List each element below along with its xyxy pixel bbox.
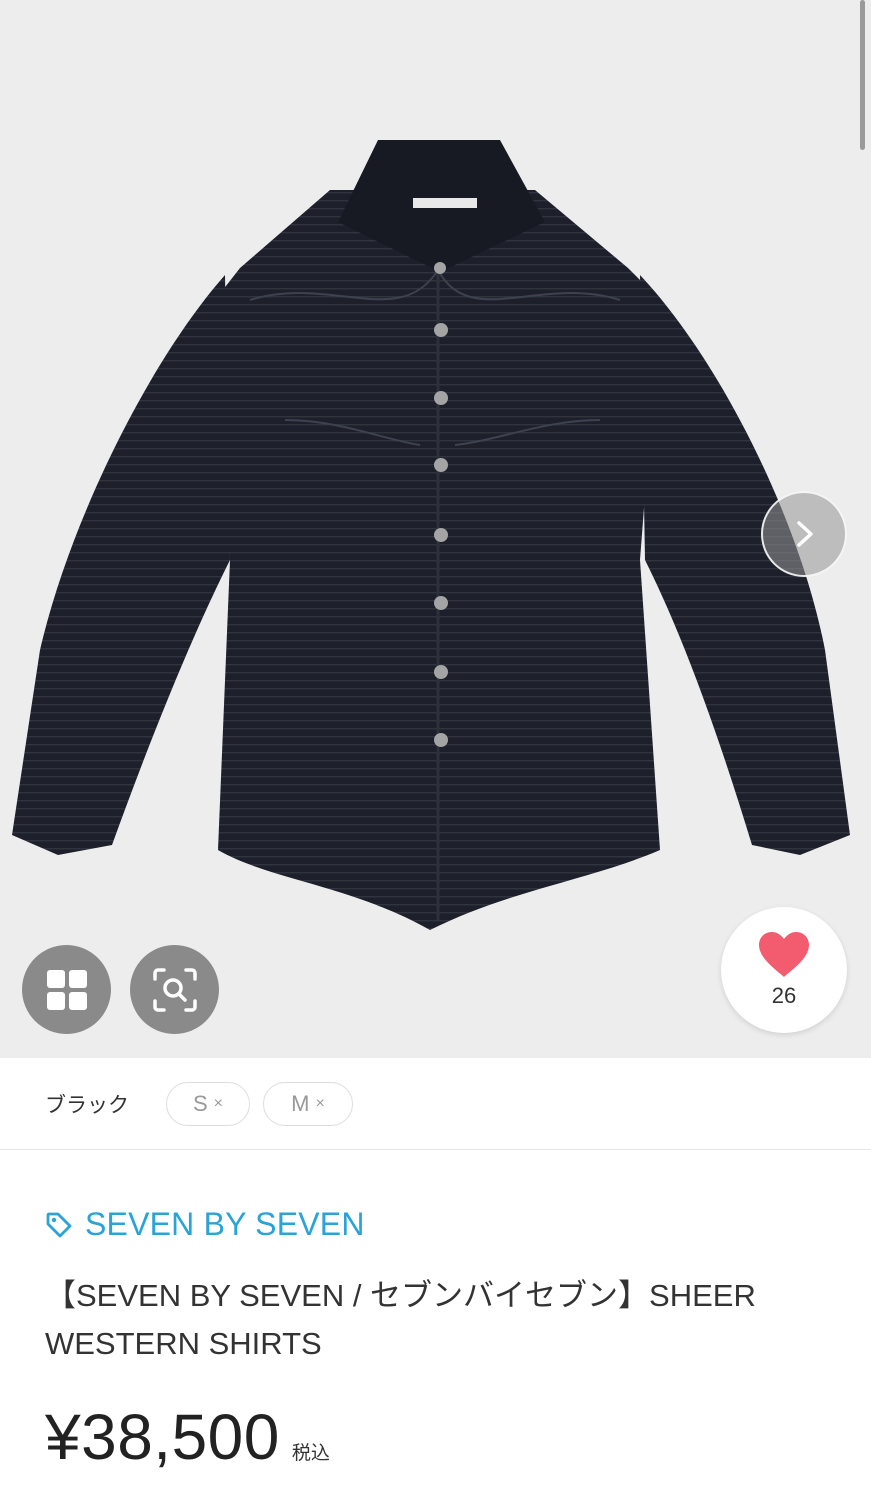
size-label: M (291, 1090, 310, 1116)
price: ¥38,500 (45, 1401, 280, 1473)
chevron-right-icon (797, 521, 813, 547)
heart-icon (759, 932, 809, 977)
brand-name: SEVEN BY SEVEN (85, 1206, 365, 1242)
product-title: 【SEVEN BY SEVEN / セブンバイセブン】SHEER WESTERN… (45, 1278, 756, 1361)
price-row: ¥38,500 税込 (45, 1400, 330, 1474)
tag-icon (46, 1212, 72, 1237)
size-chip-s[interactable]: S × (166, 1081, 250, 1126)
like-button[interactable]: 26 (721, 907, 847, 1033)
sold-out-mark: × (213, 1094, 224, 1112)
brand-link[interactable]: SEVEN BY SEVEN (45, 1206, 365, 1243)
next-image-button[interactable] (761, 491, 847, 577)
color-label: ブラック (45, 1093, 129, 1117)
product-image-gallery[interactable]: 26 (0, 0, 871, 1058)
grid-view-icon (46, 969, 87, 1010)
like-count: 26 (771, 983, 797, 1008)
size-label: S (192, 1090, 208, 1116)
variant-row: ブラック S × M × (0, 1058, 871, 1150)
image-search-icon (152, 967, 197, 1012)
sold-out-mark: × (315, 1094, 325, 1112)
tax-label: 税込 (291, 1443, 330, 1464)
image-search-button[interactable] (130, 945, 219, 1034)
product-image[interactable] (0, 0, 871, 1058)
size-chip-m[interactable]: M × (263, 1081, 353, 1126)
grid-view-button[interactable] (22, 945, 111, 1034)
page-scrollbar[interactable] (860, 0, 865, 150)
